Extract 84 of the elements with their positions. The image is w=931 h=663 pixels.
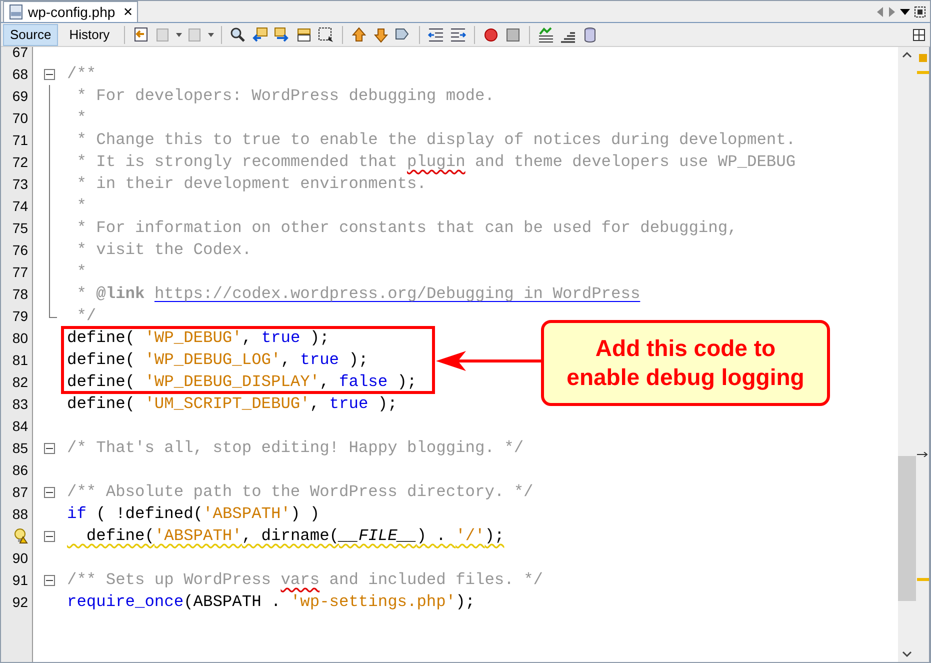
code-line: * visit the Codex. xyxy=(76,240,252,261)
code-line: * Change this to true to enable the display of notices during development. xyxy=(76,130,796,151)
code-line: /* That's all, stop editing! Happy blogging. */ xyxy=(67,438,524,459)
code-line: * It is strongly recommended that plugin and theme developers use WP_DEBUG xyxy=(76,152,796,173)
code-line: * xyxy=(76,108,86,129)
line-number: 72 xyxy=(12,152,28,172)
code-line: * in their development environments. xyxy=(76,174,426,195)
line-number: 71 xyxy=(12,130,28,150)
close-tab-button[interactable]: ✕ xyxy=(123,3,134,21)
fold-toggle[interactable] xyxy=(44,487,55,498)
left-arrow-icon[interactable] xyxy=(876,6,884,16)
stop-icon[interactable] xyxy=(504,26,522,44)
line-number: 90 xyxy=(12,548,28,568)
caret-icon[interactable] xyxy=(208,32,214,36)
line-number: 87 xyxy=(12,482,28,502)
php-file-icon xyxy=(8,4,24,20)
code-line: if ( !defined('ABSPATH') ) xyxy=(67,504,320,525)
line-number: 84 xyxy=(12,416,28,436)
line-number: 81 xyxy=(12,350,28,370)
scroll-up-icon[interactable] xyxy=(902,51,912,58)
line-number: 85 xyxy=(12,438,28,458)
chart-icon[interactable] xyxy=(536,26,555,44)
code-line: define( 'WP_DEBUG_LOG', true ); xyxy=(67,350,368,371)
line-number: 82 xyxy=(12,372,28,392)
code-line: /** xyxy=(67,64,96,85)
code-line: * @link https://codex.wordpress.org/Debugging in WordPress xyxy=(76,284,640,305)
shift-right-icon[interactable] xyxy=(448,26,467,44)
search-icon[interactable] xyxy=(228,26,247,44)
caret-position-icon xyxy=(917,452,928,457)
code-line: */ xyxy=(76,306,96,327)
code-line: /** Absolute path to the WordPress directory. */ xyxy=(67,482,534,503)
find-next-icon[interactable] xyxy=(272,26,291,44)
line-number: 73 xyxy=(12,174,28,194)
line-number: 86 xyxy=(12,460,28,480)
toggle-highlight-icon[interactable] xyxy=(294,26,313,44)
line-number: 77 xyxy=(12,262,28,282)
line-number: 76 xyxy=(12,240,28,260)
view-tab[interactable]: Source xyxy=(3,24,58,46)
code-line: define( 'UM_SCRIPT_DEBUG', true ); xyxy=(67,394,398,415)
code-line: * For information on other constants that can be used for debugging, xyxy=(76,218,738,239)
code-line: define('ABSPATH', dirname(__FILE__) . '/'); xyxy=(85,526,504,547)
code-line: require_once(ABSPATH . 'wp-settings.php'); xyxy=(67,592,476,613)
fold-toggle[interactable] xyxy=(44,575,55,586)
scroll-down-icon[interactable] xyxy=(902,651,912,658)
up-arrow-icon[interactable] xyxy=(350,26,368,44)
line-number: 67 xyxy=(12,43,28,62)
code-line: define( 'WP_DEBUG', true ); xyxy=(67,328,330,349)
right-arrow-icon[interactable] xyxy=(888,6,896,16)
fold-toggle[interactable] xyxy=(44,443,55,454)
lightbulb-warning-icon[interactable] xyxy=(14,528,28,544)
line-number: 88 xyxy=(12,504,28,524)
view-tab[interactable]: History xyxy=(62,24,117,46)
file-tab-title[interactable]: wp-config.php xyxy=(28,2,116,22)
warning-marker[interactable] xyxy=(919,54,927,62)
line-number: 75 xyxy=(12,218,28,238)
callout-text: Add this code to enable debug logging xyxy=(566,334,806,392)
caret-icon[interactable] xyxy=(176,32,182,36)
split-icon[interactable] xyxy=(913,28,925,40)
line-number: 79 xyxy=(12,306,28,326)
code-line: * xyxy=(76,196,86,217)
record-icon[interactable] xyxy=(482,26,500,44)
line-number: 69 xyxy=(12,86,28,106)
line-number: 91 xyxy=(12,570,28,590)
code-line: * xyxy=(76,262,86,283)
line-number: 83 xyxy=(12,394,28,414)
down-arrow-icon[interactable] xyxy=(372,26,390,44)
line-number: 70 xyxy=(12,108,28,128)
code-line: /** Sets up WordPress vars and included files. */ xyxy=(67,570,544,591)
line-number: 68 xyxy=(12,64,28,84)
find-previous-icon[interactable] xyxy=(250,26,269,44)
code-line: * For developers: WordPress debugging mode. xyxy=(76,86,494,107)
fold-toggle[interactable] xyxy=(44,531,55,542)
shift-left-icon[interactable] xyxy=(426,26,445,44)
dropdown-icon[interactable] xyxy=(900,8,910,16)
line-number: 92 xyxy=(12,592,28,612)
back-icon[interactable] xyxy=(132,26,150,44)
fold-toggle[interactable] xyxy=(44,69,55,80)
maximize-icon[interactable] xyxy=(914,6,926,18)
selection-icon[interactable] xyxy=(316,26,335,44)
line-number: 78 xyxy=(12,284,28,304)
code-line: define( 'WP_DEBUG_DISPLAY', false ); xyxy=(67,372,417,393)
line-number: 74 xyxy=(12,196,28,216)
line-number: 80 xyxy=(12,328,28,348)
scrollbar-thumb[interactable] xyxy=(898,456,916,601)
